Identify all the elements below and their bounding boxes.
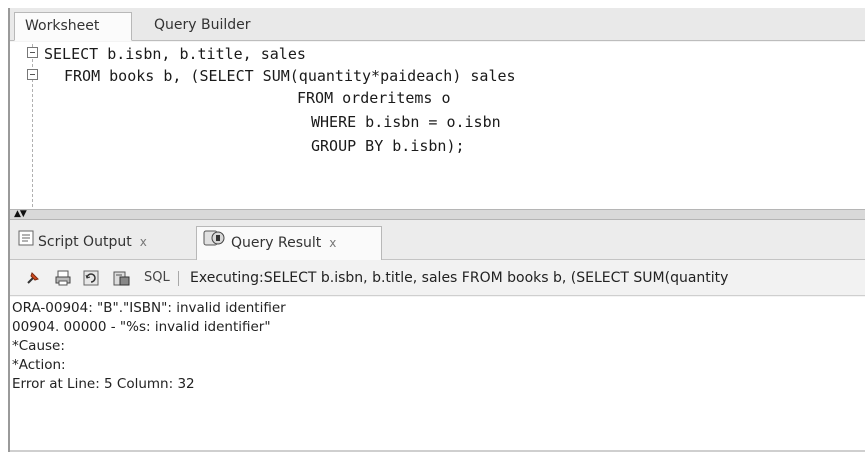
fold-minus-icon[interactable] — [27, 69, 38, 80]
execution-status: Executing:SELECT b.isbn, b.title, sales … — [190, 270, 729, 286]
fold-minus-icon[interactable] — [27, 47, 38, 58]
print-icon[interactable] — [54, 269, 72, 287]
tab-query-builder[interactable]: Query Builder — [144, 12, 261, 41]
code-line-3[interactable]: FROM orderitems o — [297, 88, 451, 108]
output-line-1: ORA-00904: "B"."ISBN": invalid identifie… — [12, 300, 286, 316]
code-line-2[interactable]: FROM books b, (SELECT SUM(quantity*paide… — [64, 66, 516, 86]
tab-script-output-label: Script Output — [38, 234, 132, 250]
tab-script-output[interactable]: Script Output x — [14, 226, 194, 260]
export-icon[interactable] — [112, 269, 130, 287]
pin-icon[interactable] — [24, 269, 42, 287]
output-line-2: 00904. 00000 - "%s: invalid identifier" — [12, 319, 271, 335]
result-tabbar: Script Output x Query Result x — [10, 220, 865, 260]
worksheet-tabbar: Worksheet Query Builder — [10, 8, 865, 41]
tab-worksheet[interactable]: Worksheet — [14, 12, 132, 41]
sql-developer-panel: Worksheet Query Builder SELECT b.isbn, b… — [8, 8, 865, 452]
output-line-4: *Action: — [12, 357, 66, 373]
close-icon[interactable]: x — [140, 235, 147, 249]
close-icon[interactable]: x — [329, 236, 336, 250]
script-output-area[interactable]: ORA-00904: "B"."ISBN": invalid identifie… — [10, 297, 865, 452]
sql-editor[interactable]: SELECT b.isbn, b.title, sales FROM books… — [10, 42, 865, 209]
output-line-3: *Cause: — [12, 338, 65, 354]
code-line-5[interactable]: GROUP BY b.isbn); — [311, 136, 465, 156]
pane-splitter[interactable]: ▲▼ — [10, 209, 865, 220]
sql-button[interactable]: SQL — [144, 260, 170, 296]
script-output-icon — [18, 226, 34, 258]
tab-query-result-label: Query Result — [231, 235, 322, 251]
toolbar-divider — [178, 271, 179, 286]
splitter-arrows-icon[interactable]: ▲▼ — [14, 210, 27, 219]
code-line-4[interactable]: WHERE b.isbn = o.isbn — [311, 112, 501, 132]
output-line-5: Error at Line: 5 Column: 32 — [12, 376, 195, 392]
refresh-icon[interactable] — [82, 269, 100, 287]
result-toolbar: SQL Executing:SELECT b.isbn, b.title, sa… — [10, 260, 865, 296]
code-line-1[interactable]: SELECT b.isbn, b.title, sales — [44, 44, 306, 64]
tab-query-result[interactable]: Query Result x — [196, 226, 382, 260]
query-result-icon — [203, 227, 227, 259]
